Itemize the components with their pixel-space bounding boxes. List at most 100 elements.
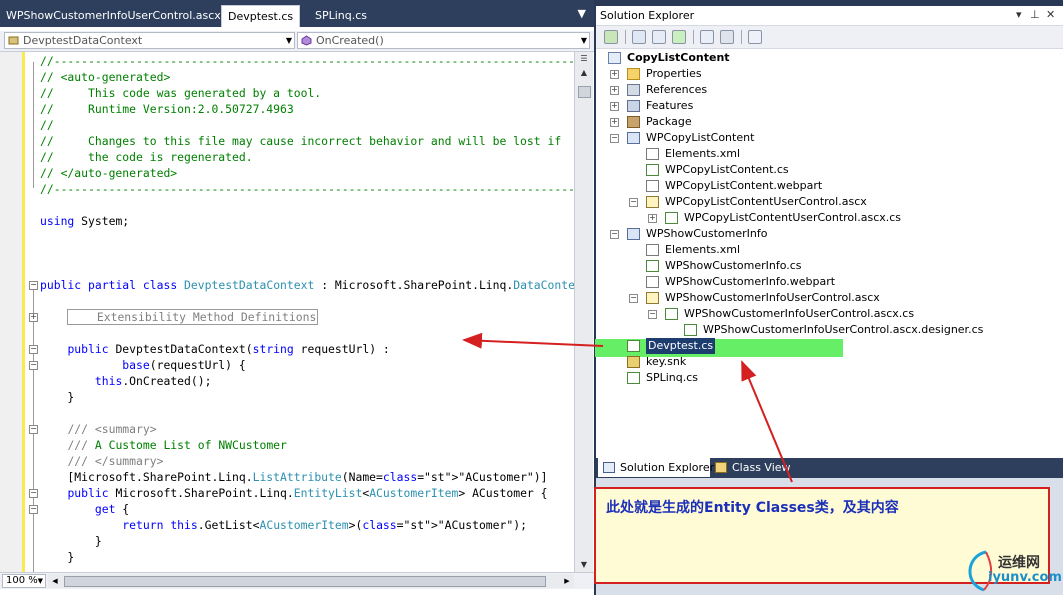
code-line: return this.GetList<ACustomerItem>(class… <box>122 518 527 532</box>
view-code-icon[interactable] <box>700 30 714 44</box>
collapse-icon[interactable]: − <box>29 345 38 354</box>
tab-list-dropdown-icon[interactable]: ▼ <box>578 7 586 20</box>
tab-solution-explorer[interactable]: Solution Explorer <box>598 458 714 477</box>
code-line: get { <box>94 502 130 516</box>
project-icon <box>608 52 621 64</box>
refresh-icon[interactable] <box>672 30 686 44</box>
watermark-text: 运维网 <box>998 555 1040 571</box>
tree-item-label: SPLinq.cs <box>646 371 699 384</box>
properties-icon[interactable] <box>604 30 618 44</box>
window-position-icon[interactable]: ▾ <box>1016 8 1022 21</box>
collapse-icon[interactable]: − <box>629 198 638 207</box>
collapse-icon[interactable]: − <box>629 294 638 303</box>
member-dropdown[interactable]: OnCreated() ▼ <box>297 32 590 49</box>
scroll-thumb[interactable] <box>578 86 591 98</box>
scroll-left-arrow-icon[interactable]: ◀ <box>48 574 62 588</box>
chevron-down-icon: ▼ <box>580 36 587 45</box>
collapse-icon[interactable]: − <box>29 425 38 434</box>
annotation-text: 此处就是生成的Entity Classes类，及其内容 <box>606 500 899 516</box>
panel-bottom-tabs: Solution Explorer Class View <box>596 458 1063 478</box>
scroll-thumb[interactable] <box>64 576 546 587</box>
collapse-icon[interactable]: − <box>29 489 38 498</box>
code-line: // Runtime Version:2.0.50727.4963 <box>40 102 294 116</box>
csharp-file-icon <box>646 164 659 176</box>
collapse-icon[interactable]: − <box>648 310 657 319</box>
tab-wpshowcustomerinfousercontrol[interactable]: WPShowCustomerInfoUserControl.ascx <box>0 5 227 27</box>
copy-icon[interactable] <box>652 30 666 44</box>
package-icon <box>627 116 640 128</box>
csharp-file-icon <box>627 372 640 384</box>
member-dropdown-value: OnCreated() <box>316 34 384 47</box>
pin-icon[interactable]: ⊥ <box>1030 8 1040 21</box>
folder-icon <box>627 68 640 80</box>
view-class-diagram-icon[interactable] <box>748 30 762 44</box>
tree-item-label: Devptest.cs <box>646 338 716 354</box>
tree-item-label: Elements.xml <box>665 147 741 160</box>
navigation-bar: DevptestDataContext ▼ OnCreated() ▼ <box>0 31 594 52</box>
collapse-icon[interactable]: − <box>29 281 38 290</box>
horizontal-scrollbar[interactable]: ◀ ▶ <box>48 574 574 588</box>
panel-title: Solution Explorer <box>600 9 695 22</box>
code-editor: WPShowCustomerInfoUserControl.ascx Devpt… <box>0 0 594 595</box>
code-line: // <auto-generated> <box>40 70 171 84</box>
key-file-icon <box>627 356 640 368</box>
code-line: // Changes to this file may cause incorr… <box>40 134 562 148</box>
expand-icon[interactable]: + <box>29 313 38 322</box>
vertical-scrollbar[interactable]: ☰ ▲ ▼ <box>574 52 593 572</box>
zoom-dropdown[interactable]: 100 % ▼ <box>2 574 46 588</box>
watermark-logo: 运维网 iyunv.com <box>962 546 1062 592</box>
tab-devptest-cs[interactable]: Devptest.cs <box>221 5 301 27</box>
type-dropdown[interactable]: DevptestDataContext ▼ <box>4 32 295 49</box>
expand-icon[interactable]: + <box>610 70 619 79</box>
split-handle-icon[interactable]: ☰ <box>575 52 593 66</box>
scroll-down-arrow-icon[interactable]: ▼ <box>575 558 593 572</box>
tree-item-label: key.snk <box>646 355 687 368</box>
change-tracking-gutter <box>22 52 25 572</box>
document-tab-bar: WPShowCustomerInfoUserControl.ascx Devpt… <box>0 0 594 27</box>
tab-splinq-cs[interactable]: SPLinq.cs <box>309 5 373 27</box>
features-icon <box>627 100 640 112</box>
tree-item-label: WPCopyListContentUserControl.ascx <box>665 195 867 208</box>
expand-icon[interactable]: + <box>610 118 619 127</box>
editor-bottom-bar: 100 % ▼ ◀ ▶ <box>0 572 594 589</box>
references-icon <box>627 84 640 96</box>
ascx-file-icon <box>646 292 659 304</box>
csharp-file-icon <box>646 260 659 272</box>
scroll-up-arrow-icon[interactable]: ▲ <box>575 66 593 80</box>
collapse-icon[interactable]: − <box>29 361 38 370</box>
scroll-right-arrow-icon[interactable]: ▶ <box>560 574 574 588</box>
close-icon[interactable]: ✕ <box>1046 8 1055 21</box>
fold-guide <box>33 62 34 188</box>
expand-icon[interactable]: + <box>610 102 619 111</box>
tree-item-label: WPShowCustomerInfo.cs <box>665 259 802 272</box>
class-view-icon <box>715 462 727 473</box>
webpart-icon <box>627 228 640 240</box>
csharp-file-icon <box>627 340 640 352</box>
xml-file-icon <box>646 244 659 256</box>
code-line: //--------------------------------------… <box>40 182 574 196</box>
code-line: [Microsoft.SharePoint.Linq.ListAttribute… <box>40 470 548 484</box>
tree-item-label: WPShowCustomerInfo <box>646 227 768 240</box>
collapsed-region[interactable]: Extensibility Method Definitions <box>67 309 319 325</box>
xml-file-icon <box>646 276 659 288</box>
method-icon <box>301 35 312 46</box>
tab-class-view[interactable]: Class View <box>710 458 791 477</box>
collapse-icon[interactable]: − <box>610 134 619 143</box>
collapse-icon[interactable]: − <box>29 505 38 514</box>
collapse-icon[interactable]: − <box>610 230 619 239</box>
class-icon <box>8 36 19 45</box>
code-text-area[interactable]: − + − − − − − //------------------------… <box>26 52 574 572</box>
expand-icon[interactable]: + <box>648 214 657 223</box>
chevron-down-icon: ▼ <box>37 577 43 585</box>
view-designer-icon[interactable] <box>720 30 734 44</box>
tree-item-label: Package <box>646 115 692 128</box>
chevron-down-icon: ▼ <box>285 36 292 45</box>
tab-label: Class View <box>732 461 791 474</box>
expand-icon[interactable]: + <box>610 86 619 95</box>
tree-item-label: Features <box>646 99 694 112</box>
code-line: // <box>40 118 54 132</box>
tab-label: Solution Explorer <box>620 461 715 474</box>
tree-item-label: CopyListContent <box>627 51 730 64</box>
tree-item-label: WPCopyListContent.cs <box>665 163 789 176</box>
show-all-files-icon[interactable] <box>632 30 646 44</box>
